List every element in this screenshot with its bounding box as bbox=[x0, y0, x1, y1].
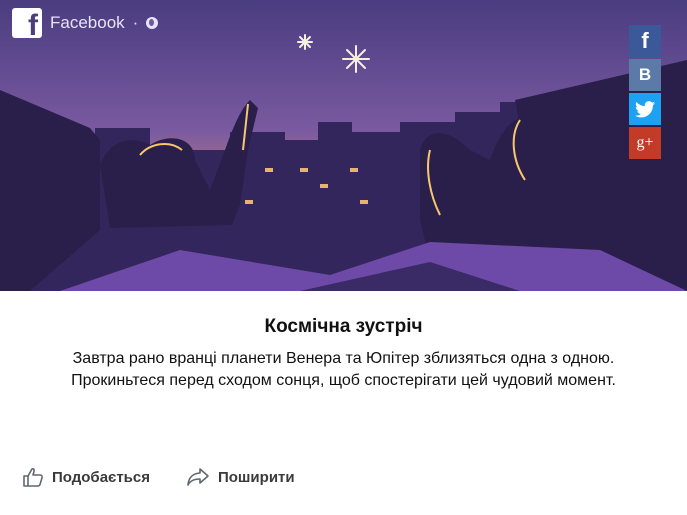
share-bar: f B g+ bbox=[629, 25, 661, 161]
like-label: Подобається bbox=[52, 468, 150, 486]
like-button[interactable]: Подобається bbox=[22, 466, 150, 488]
share-facebook-button[interactable]: f bbox=[629, 25, 661, 57]
source-name[interactable]: Facebook bbox=[50, 13, 125, 33]
share-vk-button[interactable]: B bbox=[629, 59, 661, 91]
post-description: Завтра рано вранці планети Венера та Юпі… bbox=[71, 350, 616, 389]
venus-star-icon bbox=[297, 34, 313, 50]
twitter-bird-icon bbox=[635, 100, 655, 117]
cover-illustration[interactable]: f Facebook · f B g+ bbox=[0, 0, 687, 291]
share-twitter-button[interactable] bbox=[629, 93, 661, 125]
facebook-logo-icon: f bbox=[12, 8, 42, 41]
share-button[interactable]: Поширити bbox=[186, 467, 295, 487]
share-google-plus-button[interactable]: g+ bbox=[629, 127, 661, 159]
source-separator: · bbox=[132, 13, 139, 32]
night-sky-illustration bbox=[0, 0, 687, 291]
post-actions: Подобається Поширити bbox=[22, 466, 295, 488]
source-attribution[interactable]: f Facebook · bbox=[12, 8, 159, 41]
post-title[interactable]: Космічна зустріч bbox=[0, 316, 687, 338]
share-arrow-icon bbox=[187, 468, 209, 486]
thumbs-up-icon bbox=[23, 468, 43, 487]
jupiter-star-icon bbox=[342, 45, 370, 73]
globe-icon bbox=[146, 17, 159, 29]
share-label: Поширити bbox=[217, 468, 295, 486]
